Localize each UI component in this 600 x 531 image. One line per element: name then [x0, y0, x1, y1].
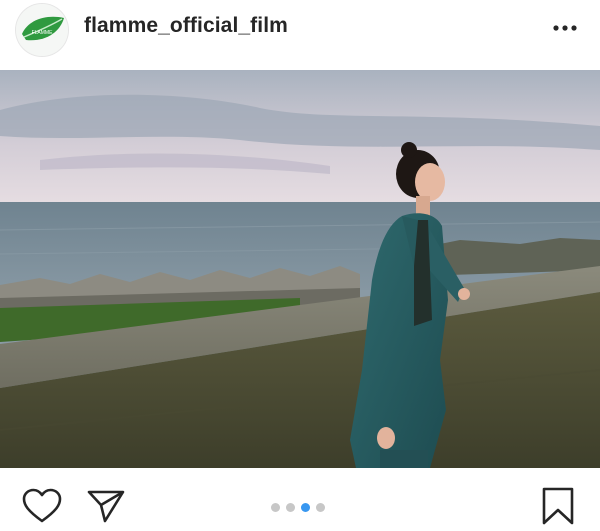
avatar[interactable]: FLAMME: [16, 4, 68, 56]
carousel-dot: [286, 503, 295, 512]
carousel-dot: [316, 503, 325, 512]
bookmark-icon: [542, 487, 574, 525]
photo-woman-teal-suit-seawall: [0, 70, 600, 468]
more-options-icon: [553, 25, 577, 31]
more-options-button[interactable]: [550, 16, 580, 40]
like-button[interactable]: [22, 488, 62, 524]
leaf-logo-icon: FLAMME: [16, 4, 68, 56]
carousel-dot-active: [301, 503, 310, 512]
action-bar: [0, 468, 600, 526]
share-button[interactable]: [86, 488, 126, 524]
save-button[interactable]: [540, 486, 576, 526]
paper-plane-icon: [87, 490, 125, 523]
carousel-dot: [271, 503, 280, 512]
heart-icon: [22, 488, 62, 523]
carousel-indicator: [271, 503, 325, 513]
post-photo[interactable]: [0, 70, 600, 468]
username[interactable]: flamme_official_film: [84, 14, 288, 38]
avatar-text: FLAMME: [32, 30, 54, 36]
post-header: FLAMME flamme_official_film: [0, 0, 600, 68]
